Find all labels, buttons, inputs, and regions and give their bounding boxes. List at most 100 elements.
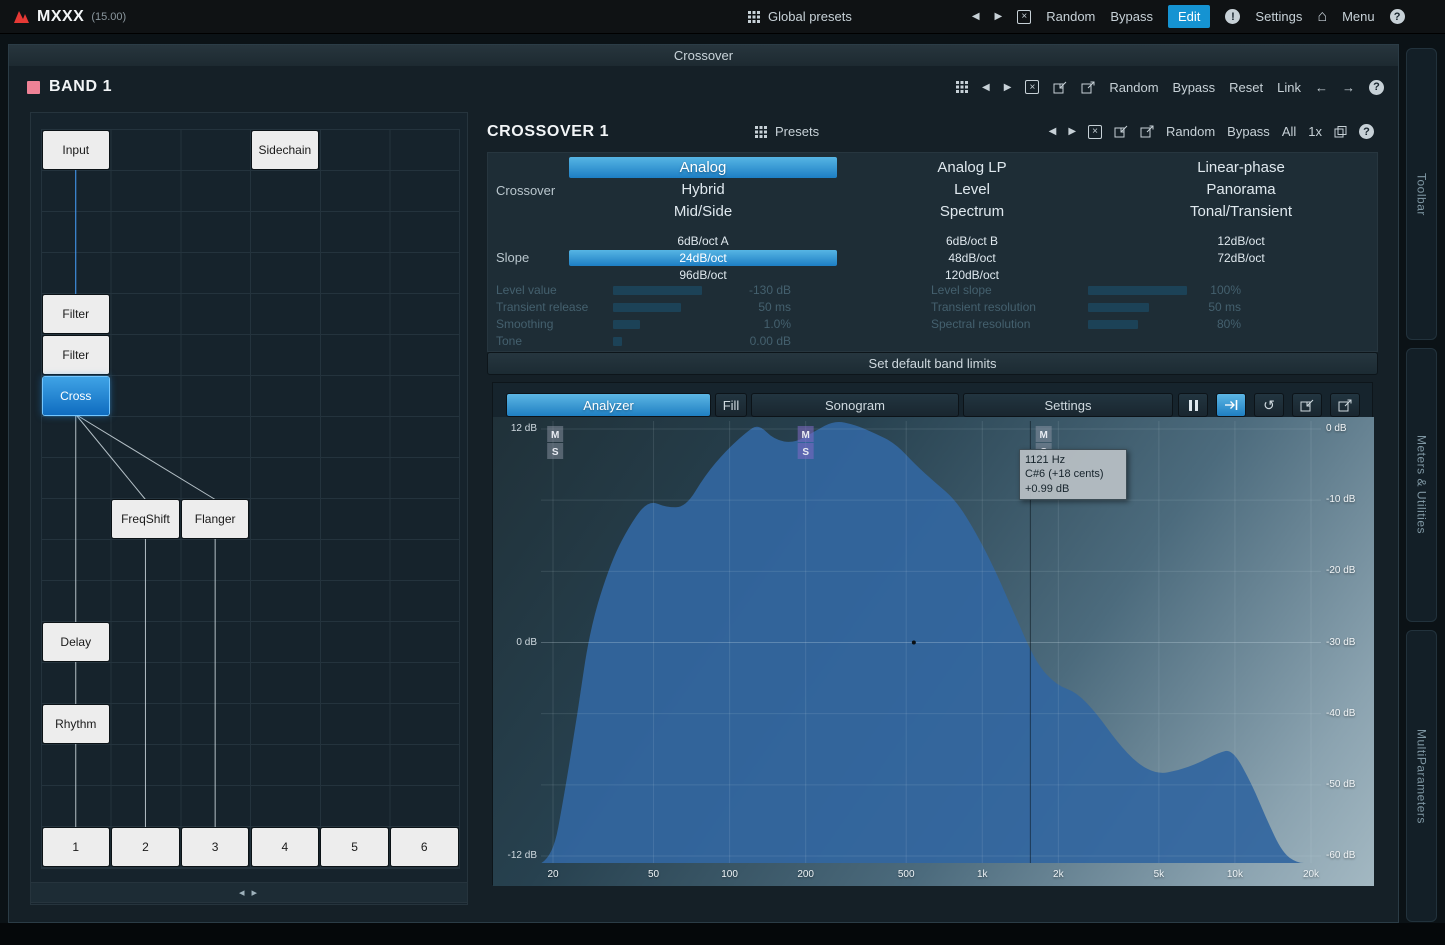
top-bar: MXXX (15.00) Global presets ◀ ▶ × Random… <box>0 0 1445 34</box>
band-next-arrow-icon[interactable]: → <box>1342 80 1355 95</box>
bypass-button[interactable]: Bypass <box>1110 9 1153 24</box>
tab-meters-utilities[interactable]: Meters & Utilities <box>1406 348 1437 622</box>
crossover-random-button[interactable]: Random <box>1166 124 1215 139</box>
mode-analog-lp[interactable]: Analog LP <box>838 157 1106 178</box>
slope-96[interactable]: 96dB/oct <box>569 267 837 283</box>
crossover-section-title[interactable]: Crossover <box>9 45 1398 66</box>
band-color-chip[interactable] <box>27 81 40 94</box>
tab-settings[interactable]: Settings <box>963 393 1173 417</box>
mode-tonal-transient[interactable]: Tonal/Transient <box>1107 201 1375 222</box>
mode-spectrum[interactable]: Spectrum <box>838 201 1106 222</box>
mode-analog[interactable]: Analog <box>569 157 837 178</box>
slope-row-label: Slope <box>496 250 529 265</box>
output-slot-6[interactable]: 6 <box>391 828 458 866</box>
mode-level[interactable]: Level <box>838 179 1106 200</box>
tab-toolbar[interactable]: Toolbar <box>1406 48 1437 340</box>
popout-window-icon[interactable] <box>1334 126 1347 138</box>
output-slot-3[interactable]: 3 <box>182 828 249 866</box>
oversampling-button[interactable]: 1x <box>1308 124 1322 139</box>
export-icon[interactable] <box>1081 81 1095 94</box>
node-rhythm[interactable]: Rhythm <box>43 705 110 743</box>
node-cross[interactable]: Cross <box>43 377 110 415</box>
reset-analysis-button[interactable]: ↺ <box>1254 393 1284 417</box>
node-input[interactable]: Input <box>43 131 110 169</box>
grid-icon[interactable] <box>956 81 968 93</box>
band-prev-arrow-icon[interactable]: ← <box>1315 80 1328 95</box>
marker-letter: M <box>1040 430 1048 441</box>
band-reset-button[interactable]: Reset <box>1229 80 1263 95</box>
global-presets-button[interactable]: Global presets <box>748 9 852 24</box>
node-flanger[interactable]: Flanger <box>182 500 249 538</box>
param-row: Smoothing 1.0% Spectral resolution 80% <box>488 317 1377 332</box>
node-delay[interactable]: Delay <box>43 623 110 661</box>
export-icon[interactable] <box>1140 125 1154 138</box>
close-box-icon[interactable]: × <box>1088 125 1102 139</box>
output-slot-2[interactable]: 2 <box>112 828 179 866</box>
param-label: Smoothing <box>496 317 553 331</box>
slope-12[interactable]: 12dB/oct <box>1107 233 1375 249</box>
crossover-help-icon[interactable]: ? <box>1359 124 1374 139</box>
mode-panorama[interactable]: Panorama <box>1107 179 1375 200</box>
help-icon[interactable]: ? <box>1390 9 1405 24</box>
slope-6a[interactable]: 6dB/oct A <box>569 233 837 249</box>
param-row: Level value -130 dB Level slope 100% <box>488 283 1377 298</box>
import-icon[interactable] <box>1114 125 1128 138</box>
set-default-band-limits-button[interactable]: Set default band limits <box>487 352 1378 375</box>
slope-48[interactable]: 48dB/oct <box>838 250 1106 266</box>
next-icon[interactable]: ▶ <box>1068 126 1076 137</box>
band-title[interactable]: BAND 1 <box>49 78 112 96</box>
random-button[interactable]: Random <box>1046 9 1095 24</box>
mode-hybrid[interactable]: Hybrid <box>569 179 837 200</box>
param-value: 80% <box>1166 317 1241 331</box>
mode-linear-phase[interactable]: Linear-phase <box>1107 157 1375 178</box>
close-box-icon[interactable]: × <box>1025 80 1039 94</box>
melda-logo[interactable]: MXXX (15.00) <box>13 8 126 26</box>
next-preset-icon[interactable]: ▶ <box>995 11 1003 22</box>
prev-icon[interactable]: ◀ <box>1049 126 1057 137</box>
presets-button[interactable]: Presets <box>755 124 819 139</box>
settings-button[interactable]: Settings <box>1255 9 1302 24</box>
param-value: 50 ms <box>716 300 791 314</box>
import-icon[interactable] <box>1053 81 1067 94</box>
output-slot-5[interactable]: 5 <box>321 828 388 866</box>
alert-icon[interactable]: ! <box>1225 9 1240 24</box>
tab-multiparameters[interactable]: MultiParameters <box>1406 630 1437 922</box>
band-random-button[interactable]: Random <box>1109 80 1158 95</box>
slope-6b[interactable]: 6dB/oct B <box>838 233 1106 249</box>
close-box-icon[interactable]: × <box>1017 10 1031 24</box>
band-link-button[interactable]: Link <box>1277 80 1301 95</box>
prev-preset-icon[interactable]: ◀ <box>972 11 980 22</box>
analyzer-import-button[interactable] <box>1292 393 1322 417</box>
pause-button[interactable] <box>1178 393 1208 417</box>
next-icon[interactable]: ▶ <box>1004 82 1012 93</box>
node-layer: InputSidechainFilterFilterCrossFreqShift… <box>31 113 469 906</box>
band-help-icon[interactable]: ? <box>1369 80 1384 95</box>
crossover-all-button[interactable]: All <box>1282 124 1296 139</box>
crossover-title[interactable]: CROSSOVER 1 <box>487 123 609 141</box>
tab-sonogram[interactable]: Sonogram <box>751 393 959 417</box>
slope-120[interactable]: 120dB/oct <box>838 267 1106 283</box>
band-bypass-button[interactable]: Bypass <box>1173 80 1216 95</box>
menu-button[interactable]: Menu <box>1342 9 1375 24</box>
node-filter[interactable]: Filter <box>43 336 110 374</box>
tooltip-level: +0.99 dB <box>1025 482 1121 496</box>
mode-mid-side[interactable]: Mid/Side <box>569 201 837 222</box>
home-icon[interactable]: ⌂ <box>1317 9 1327 25</box>
follow-playhead-button[interactable] <box>1216 393 1246 417</box>
analyzer-export-button[interactable] <box>1330 393 1360 417</box>
node-filter[interactable]: Filter <box>43 295 110 333</box>
slope-72[interactable]: 72dB/oct <box>1107 250 1375 266</box>
tab-analyzer[interactable]: Analyzer <box>506 393 711 417</box>
edit-button[interactable]: Edit <box>1168 5 1210 28</box>
spectrum-analyzer-plot[interactable]: MSMSMS <box>506 421 1366 863</box>
tab-fill[interactable]: Fill <box>715 393 747 417</box>
prev-icon[interactable]: ◀ <box>982 82 990 93</box>
param-value: -130 dB <box>716 283 791 297</box>
output-slot-1[interactable]: 1 <box>43 828 110 866</box>
slope-24[interactable]: 24dB/oct <box>569 250 837 266</box>
node-sidechain[interactable]: Sidechain <box>252 131 319 169</box>
node-freqshift[interactable]: FreqShift <box>112 500 179 538</box>
output-slot-4[interactable]: 4 <box>252 828 319 866</box>
crossover-bypass-button[interactable]: Bypass <box>1227 124 1270 139</box>
panel-resize-handle[interactable]: ◂ ▸ <box>30 882 468 903</box>
